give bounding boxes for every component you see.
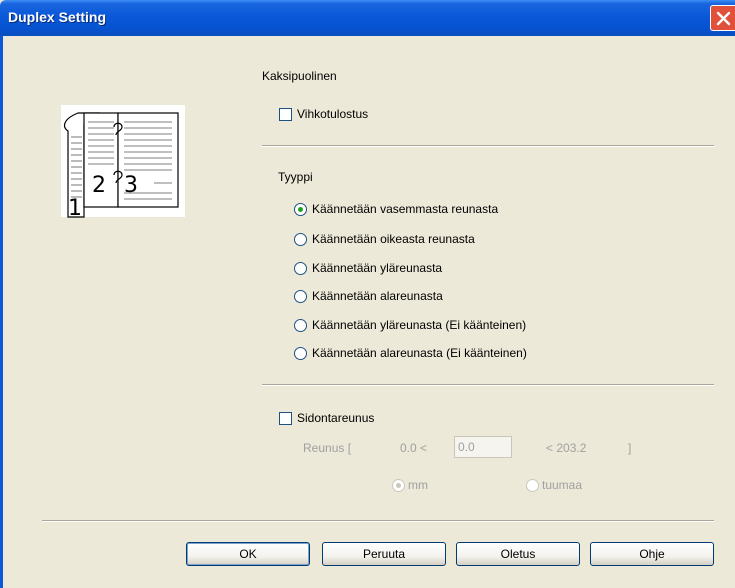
unit-mm-label[interactable]: mm (408, 478, 428, 492)
margin-input[interactable]: 0.0 (454, 436, 512, 458)
binding-offset-label[interactable]: Sidontareunus (297, 411, 374, 425)
booklet-checkbox[interactable] (279, 108, 292, 121)
preview-page-number: 2 (92, 173, 106, 198)
default-button[interactable]: Oletus (456, 542, 580, 566)
margin-max-value: < 203.2 (546, 441, 587, 455)
radio-flip-top[interactable] (294, 262, 307, 275)
radio-flip-top-no-reverse[interactable] (294, 319, 307, 332)
window-frame (0, 36, 3, 588)
radio-flip-bottom[interactable] (294, 290, 307, 303)
window-title: Duplex Setting (8, 9, 107, 25)
margin-range-label: Reunus [ (303, 441, 352, 455)
unit-mm-radio[interactable] (392, 479, 405, 492)
unit-inch-radio[interactable] (526, 479, 539, 492)
title-bar[interactable]: Duplex Setting (0, 0, 735, 36)
help-button[interactable]: Ohje (590, 542, 714, 566)
radio-flip-left[interactable] (294, 203, 307, 216)
booklet-preview-icon: 1 2 3 (61, 105, 185, 221)
preview-page-number: 1 (68, 196, 82, 221)
margin-min-value: 0.0 < (400, 441, 428, 455)
separator (262, 384, 714, 386)
radio-flip-top-label[interactable]: Käännetään yläreunasta (312, 261, 442, 275)
margin-close-bracket: ] (628, 441, 632, 455)
duplex-group-label: Kaksipuolinen (262, 69, 337, 83)
booklet-label[interactable]: Vihkotulostus (297, 107, 368, 121)
radio-flip-bottom-label[interactable]: Käännetään alareunasta (312, 289, 443, 303)
type-group-label: Tyyppi (278, 170, 313, 184)
close-button[interactable] (710, 5, 735, 31)
radio-flip-right-label[interactable]: Käännetään oikeasta reunasta (312, 232, 475, 246)
preview-page-number: 3 (124, 173, 138, 198)
duplex-setting-dialog: Duplex Setting 1 2 3 Kaksipuolinen Vihko… (0, 0, 735, 588)
binding-offset-checkbox[interactable] (279, 412, 292, 425)
radio-flip-left-label[interactable]: Käännetään vasemmasta reunasta (312, 202, 498, 216)
separator (262, 145, 714, 147)
separator (42, 520, 714, 522)
radio-flip-top-no-reverse-label[interactable]: Käännetään yläreunasta (Ei käänteinen) (312, 318, 526, 332)
cancel-button[interactable]: Peruuta (322, 542, 446, 566)
ok-button[interactable]: OK (186, 542, 310, 566)
close-icon (716, 11, 731, 26)
radio-flip-bottom-no-reverse-label[interactable]: Käännetään alareunasta (Ei käänteinen) (312, 346, 527, 360)
radio-flip-right[interactable] (294, 233, 307, 246)
radio-flip-bottom-no-reverse[interactable] (294, 347, 307, 360)
unit-inch-label[interactable]: tuumaa (542, 478, 582, 492)
